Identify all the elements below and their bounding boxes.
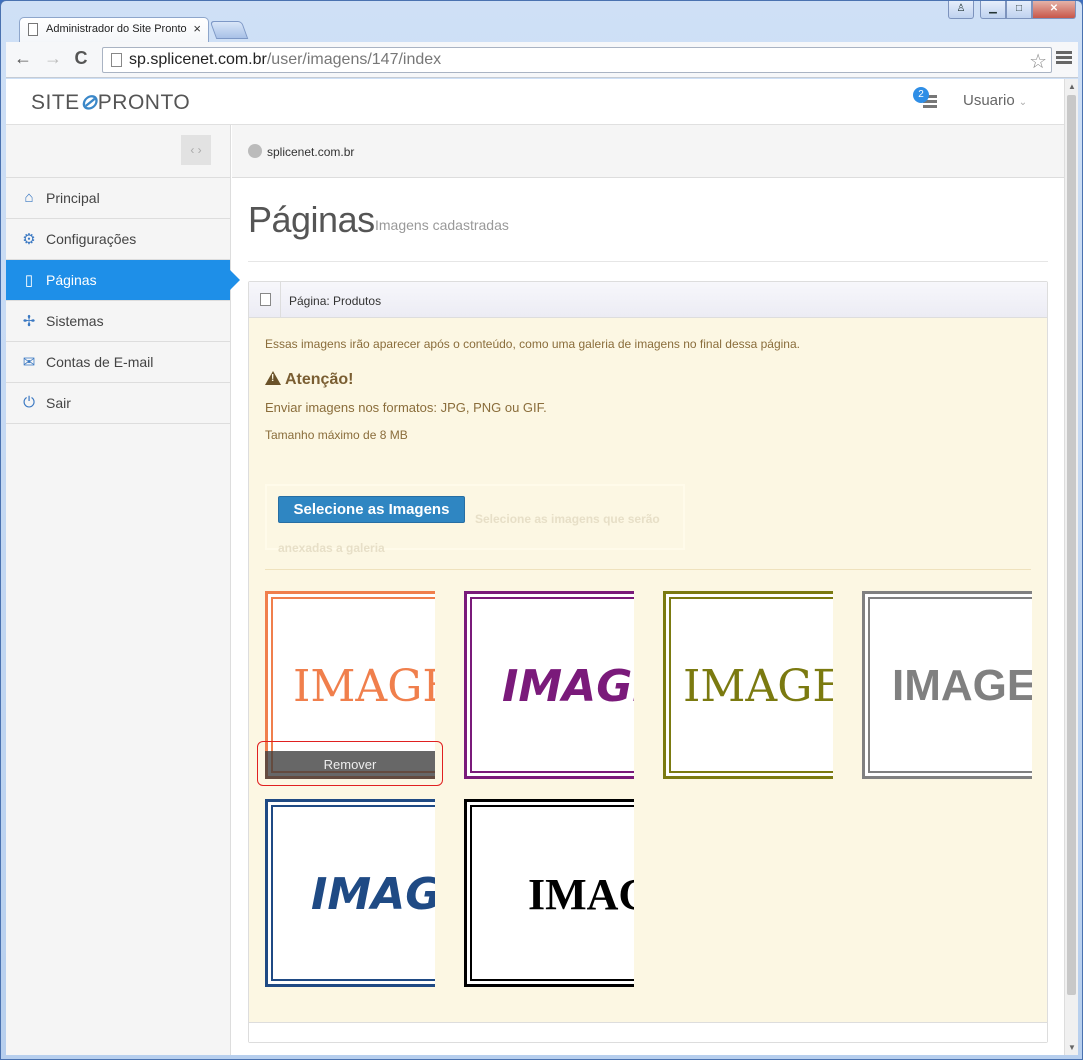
vertical-scrollbar[interactable]: ▲ ▼: [1064, 79, 1078, 1055]
notifications-button[interactable]: 2: [913, 87, 939, 111]
tab-strip: Administrador do Site Pronto × ♙ ▁ □ ✕: [1, 1, 1082, 43]
remove-button-highlight: [257, 741, 443, 786]
page-viewport: SITE⊘PRONTO 2 Usuario ⌄ ‹ › ⌂ Principal ⚙ Co…: [6, 79, 1064, 1055]
select-images-button[interactable]: Selecione as Imagens: [278, 496, 465, 523]
sidebar-item-label: Configurações: [46, 231, 137, 247]
sidebar-item-label: Sair: [46, 395, 71, 411]
page-icon: ▯: [24, 272, 34, 289]
reload-button[interactable]: C: [70, 48, 92, 69]
gallery-info-text: Essas imagens irão aparecer após o conte…: [265, 337, 800, 351]
page-icon: [111, 53, 122, 67]
url-host: sp.splicenet.com.br: [129, 51, 267, 68]
image-placeholder-text: IMAGEM: [502, 661, 634, 712]
document-icon: [260, 293, 271, 306]
user-profile-icon[interactable]: ♙: [948, 1, 974, 19]
main-content: Páginas Imagens cadastradas Página: Prod…: [232, 179, 1064, 1055]
scrollbar-thumb[interactable]: [1067, 95, 1076, 995]
sidebar-item-configura-es[interactable]: ⚙ Configurações: [6, 219, 230, 260]
sidebar-item-sair[interactable]: ⏻ Sair: [6, 383, 230, 424]
gallery-thumbnail[interactable]: IMAGEM: [464, 799, 634, 987]
max-size-text: Tamanho máximo de 8 MB: [265, 428, 408, 442]
sidebar-item-principal[interactable]: ⌂ Principal: [6, 178, 230, 219]
image-placeholder-text: IMAGEM: [528, 870, 634, 919]
sidebar-collapse-row: ‹ ›: [6, 125, 230, 178]
image-placeholder-text: IMAGEM: [892, 661, 1032, 710]
attention-title-text: Atenção!: [285, 371, 354, 388]
upload-dropzone[interactable]: Selecione as imagens que serão anexadas …: [265, 484, 685, 555]
power-icon: ⏻: [23, 394, 35, 411]
globe-icon: [248, 144, 262, 158]
browser-tab[interactable]: Administrador do Site Pronto ×: [19, 17, 209, 43]
document-icon: [28, 23, 38, 36]
tab-title: Administrador do Site Pronto: [46, 23, 187, 35]
forward-button[interactable]: →: [42, 48, 64, 69]
panel-heading: Página: Produtos: [249, 282, 1047, 318]
breadcrumb: splicenet.com.br: [232, 125, 1064, 178]
formats-text: Enviar imagens nos formatos: JPG, PNG ou…: [265, 400, 547, 415]
panel-footer: [249, 1022, 1047, 1042]
divider: [248, 261, 1048, 262]
gallery-thumbnail[interactable]: IMAGEM: [862, 591, 1032, 779]
minimize-button[interactable]: ▁: [980, 1, 1006, 19]
paperclip-icon: ⊘: [79, 91, 98, 114]
image-placeholder-text: IMAGEM: [683, 661, 833, 712]
notification-badge: 2: [913, 87, 929, 103]
sidebar-item-p-ginas[interactable]: ▯ Páginas: [6, 260, 240, 301]
gallery-panel: Página: Produtos Essas imagens irão apar…: [248, 281, 1048, 1043]
user-menu[interactable]: Usuario ⌄: [963, 92, 1027, 109]
breadcrumb-site[interactable]: splicenet.com.br: [267, 145, 354, 159]
top-navbar: SITE⊘PRONTO 2 Usuario ⌄: [6, 79, 1064, 125]
divider: [265, 569, 1031, 570]
user-menu-label: Usuario: [963, 92, 1015, 109]
address-bar[interactable]: sp.splicenet.com.br/user/imagens/147/ind…: [102, 47, 1052, 73]
sidebar-item-sistemas[interactable]: ✢ Sistemas: [6, 301, 230, 342]
maximize-button[interactable]: □: [1006, 1, 1032, 19]
bookmark-star-icon[interactable]: ☆: [1029, 49, 1047, 74]
url-path: /user/imagens/147/index: [266, 51, 442, 68]
divider: [280, 282, 281, 318]
gallery-thumbnail[interactable]: IMAGEM: [464, 591, 634, 779]
browser-menu-icon[interactable]: [1056, 51, 1072, 66]
logo-text-right: PRONTO: [97, 91, 191, 114]
page-subtitle: Imagens cadastradas: [375, 217, 509, 233]
close-window-button[interactable]: ✕: [1032, 1, 1076, 19]
site-logo[interactable]: SITE⊘PRONTO: [31, 90, 190, 115]
scroll-down-arrow-icon[interactable]: ▼: [1068, 1043, 1076, 1052]
sidebar-item-label: Principal: [46, 190, 100, 206]
image-placeholder-text: IMAGEM: [311, 869, 435, 920]
warning-alert: Essas imagens irão aparecer após o conte…: [249, 318, 1047, 1022]
logo-text-left: SITE: [31, 91, 80, 114]
sidebar: ‹ › ⌂ Principal ⚙ Configurações ▯ Páginas ✢ Sis…: [6, 125, 240, 1055]
image-placeholder-text: IMAGEM: [293, 661, 435, 712]
chevron-down-icon: ⌄: [1018, 97, 1028, 108]
gallery-thumbnail[interactable]: IMAGEM: [265, 799, 435, 987]
puzzle-icon: ✢: [22, 313, 36, 330]
browser-window: Administrador do Site Pronto × ♙ ▁ □ ✕ ←…: [0, 0, 1083, 1060]
attention-title: Atenção!: [265, 371, 353, 389]
gear-icon: ⚙: [22, 231, 36, 248]
back-button[interactable]: ←: [12, 48, 34, 69]
sidebar-item-label: Sistemas: [46, 313, 104, 329]
sidebar-item-label: Contas de E-mail: [46, 354, 154, 370]
panel-heading-text: Página: Produtos: [289, 294, 382, 308]
sidebar-nav: ⌂ Principal ⚙ Configurações ▯ Páginas ✢ Sistema…: [6, 178, 240, 424]
gallery-thumbnail[interactable]: IMAGEM: [663, 591, 833, 779]
window-controls: ♙ ▁ □ ✕: [948, 1, 1076, 19]
page-title: Páginas: [248, 199, 375, 240]
new-tab-button[interactable]: [209, 21, 249, 39]
envelope-icon: ✉: [22, 354, 36, 371]
sidebar-toggle-button[interactable]: ‹ ›: [181, 135, 211, 165]
sidebar-item-label: Páginas: [46, 272, 97, 288]
warning-icon: [265, 371, 281, 385]
browser-toolbar: ← → C sp.splicenet.com.br/user/imagens/1…: [6, 42, 1078, 78]
scroll-up-arrow-icon[interactable]: ▲: [1068, 82, 1076, 91]
sidebar-item-contas-de-e-mail[interactable]: ✉ Contas de E-mail: [6, 342, 230, 383]
tab-close-icon[interactable]: ×: [193, 21, 201, 36]
home-icon: ⌂: [24, 189, 34, 206]
